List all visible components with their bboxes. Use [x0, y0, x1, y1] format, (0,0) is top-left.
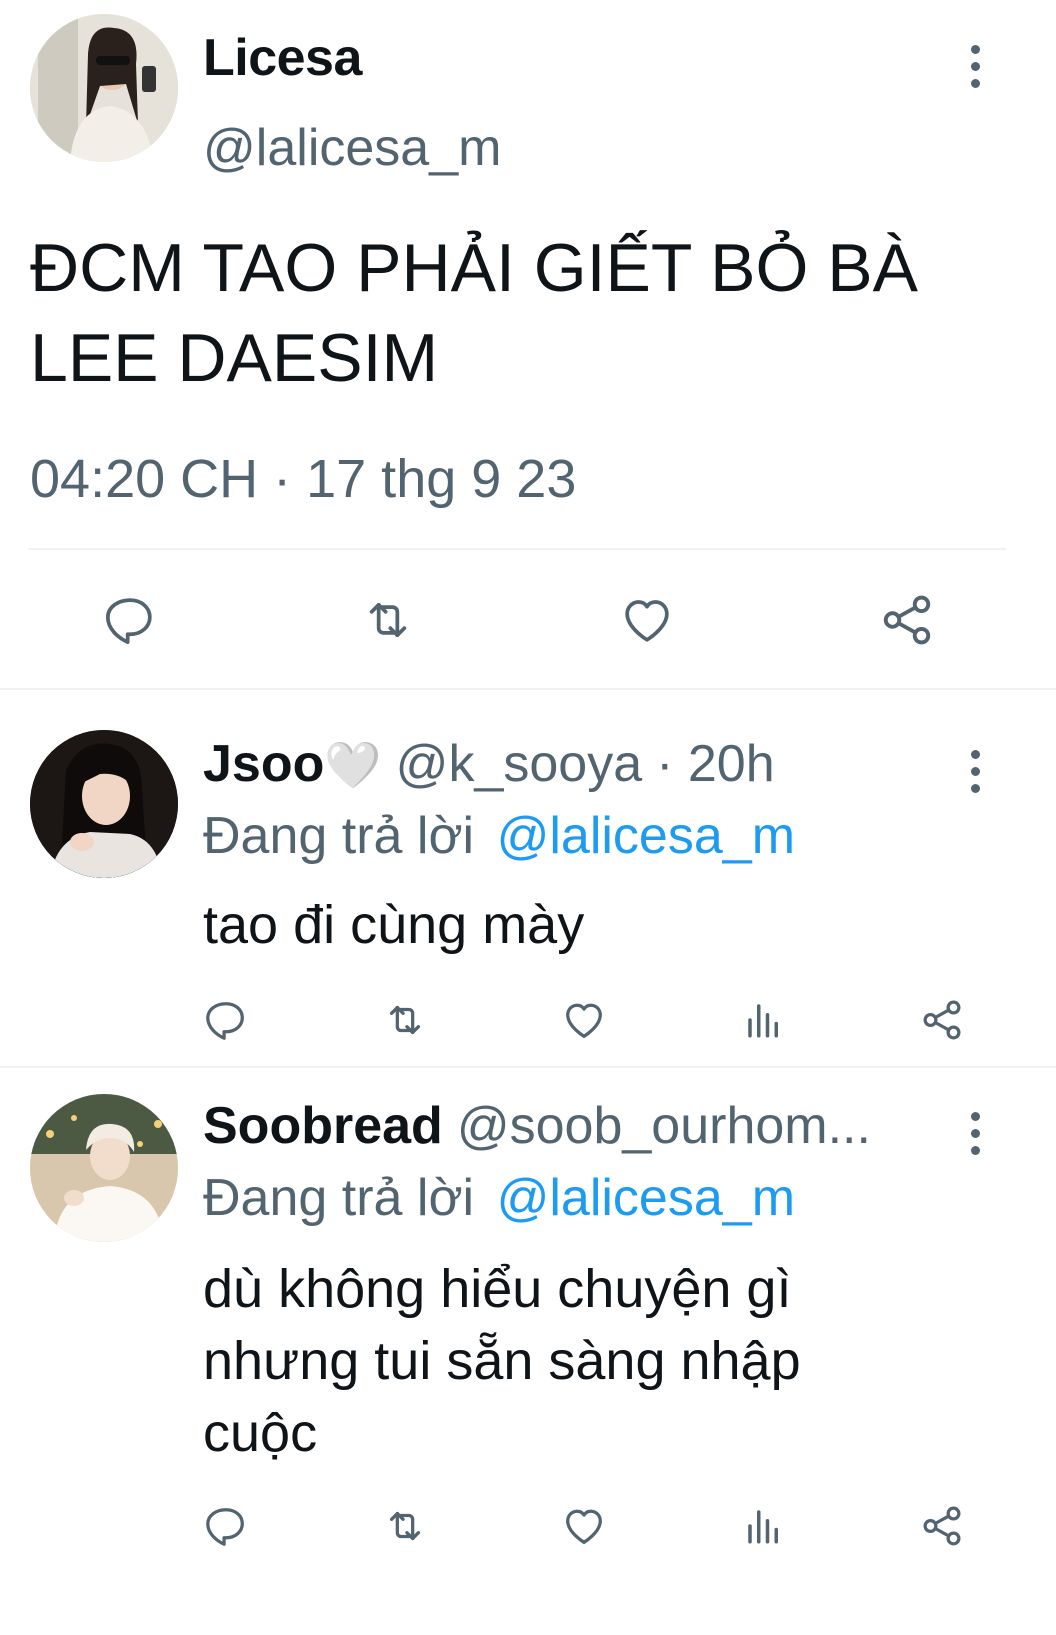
divider [0, 688, 1056, 690]
replying-prefix: Đang trả lời [203, 807, 475, 865]
display-name[interactable]: Licesa [203, 28, 362, 88]
divider [0, 1066, 1056, 1068]
reply-icon[interactable] [202, 996, 250, 1044]
divider [28, 548, 1006, 550]
reply-text: tao đi cùng mày [203, 895, 585, 955]
handle[interactable]: @soob_ourhom... [457, 1096, 871, 1156]
mention-link[interactable]: @lalicesa_m [497, 1169, 795, 1227]
reply-text-line-2: nhưng tui sẵn sàng nhập [203, 1331, 801, 1391]
retweet-icon[interactable] [355, 590, 421, 650]
handle[interactable]: @lalicesa_m [203, 118, 501, 178]
display-name[interactable]: Jsoo [203, 734, 324, 794]
display-name[interactable]: Soobread [203, 1096, 443, 1156]
share-icon[interactable] [918, 1502, 966, 1550]
reply-text-line-3: cuộc [203, 1403, 318, 1463]
replying-to-line: Đang trả lời @lalicesa_m [203, 1168, 795, 1228]
tweet-text-line-1: ĐCM TAO PHẢI GIẾT BỎ BÀ [30, 230, 918, 306]
handle[interactable]: @k_sooya [396, 734, 642, 794]
reply-icon[interactable] [98, 590, 162, 650]
replying-prefix: Đang trả lời [203, 1169, 475, 1227]
reply-header: Soobread @soob_ourhom... [203, 1096, 871, 1156]
reply-icon[interactable] [202, 1502, 250, 1550]
replying-to-line: Đang trả lời @lalicesa_m [203, 806, 795, 866]
reply-header: Jsoo 🤍 @k_sooya · 20h [203, 734, 775, 794]
like-icon[interactable] [560, 1502, 608, 1550]
more-options-icon[interactable] [965, 45, 985, 88]
like-icon[interactable] [615, 590, 679, 650]
more-options-icon[interactable] [965, 750, 985, 793]
heart-emoji: 🤍 [324, 739, 382, 791]
avatar-soobread[interactable] [30, 1094, 178, 1242]
retweet-icon[interactable] [378, 996, 432, 1044]
tweet-text-line-2: LEE DAESIM [30, 320, 439, 396]
like-icon[interactable] [560, 996, 608, 1044]
views-icon[interactable] [740, 1502, 788, 1550]
share-icon[interactable] [874, 590, 940, 650]
views-icon[interactable] [740, 996, 788, 1044]
reply-text-line-1: dù không hiểu chuyện gì [203, 1259, 792, 1319]
reply-time[interactable]: · 20h [656, 734, 775, 794]
retweet-icon[interactable] [378, 1502, 432, 1550]
avatar-licesa[interactable] [30, 14, 178, 162]
more-options-icon[interactable] [965, 1112, 985, 1155]
avatar-jsoo[interactable] [30, 730, 178, 878]
mention-link[interactable]: @lalicesa_m [497, 807, 795, 865]
tweet-timestamp[interactable]: 04:20 CH · 17 thg 9 23 [30, 448, 576, 510]
share-icon[interactable] [918, 996, 966, 1044]
